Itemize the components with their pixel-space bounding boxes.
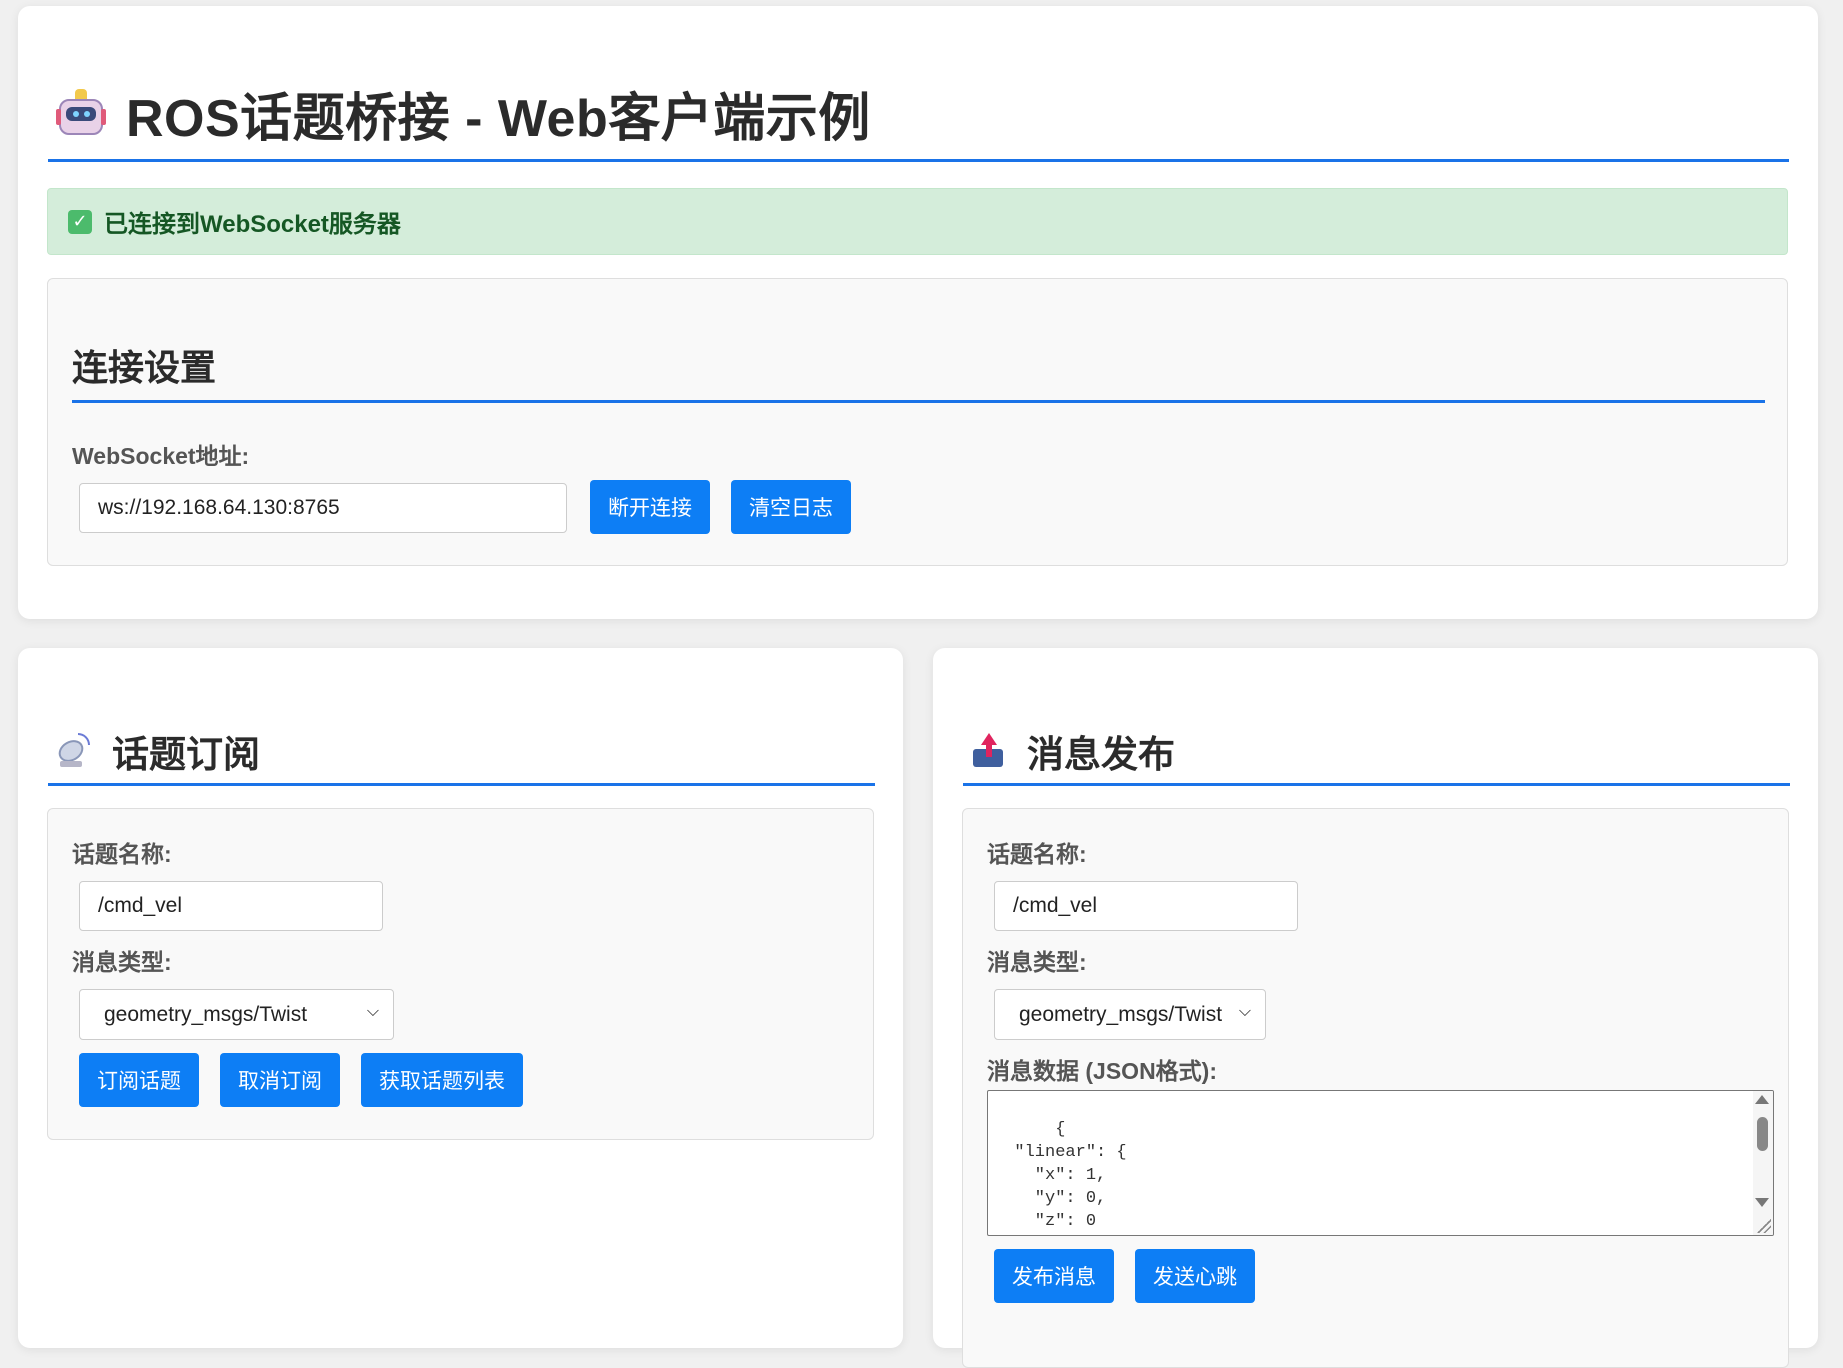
sub-type-label: 消息类型: xyxy=(72,949,172,975)
pub-type-value: geometry_msgs/Twist xyxy=(1019,1002,1223,1026)
scroll-down-icon[interactable] xyxy=(1755,1198,1769,1207)
connection-status-text: 已连接到WebSocket服务器 xyxy=(104,211,401,238)
subscribe-panel: 话题名称: /cmd_vel 消息类型: geometry_msgs/Twist… xyxy=(47,808,874,1140)
subscribe-title: 话题订阅 xyxy=(112,733,260,775)
get-topic-list-button[interactable]: 获取话题列表 xyxy=(361,1053,523,1107)
outbox-tray-icon xyxy=(971,732,1007,769)
sub-topic-label: 话题名称: xyxy=(72,841,172,867)
disconnect-button[interactable]: 断开连接 xyxy=(590,480,710,534)
chevron-down-icon: ⌵ xyxy=(366,1002,379,1020)
pub-topic-label: 话题名称: xyxy=(987,841,1087,867)
unsubscribe-button[interactable]: 取消订阅 xyxy=(220,1053,340,1107)
resize-grip-icon[interactable] xyxy=(1757,1219,1771,1233)
satellite-dish-icon xyxy=(54,732,92,769)
textarea-scrollbar[interactable] xyxy=(1753,1091,1773,1235)
connection-settings-panel: 连接设置 WebSocket地址: ws://192.168.64.130:87… xyxy=(47,278,1788,566)
pub-data-label: 消息数据 (JSON格式): xyxy=(987,1058,1217,1084)
pub-topic-input[interactable]: /cmd_vel xyxy=(994,881,1298,931)
page-header: ROS话题桥接 - Web客户端示例 xyxy=(48,68,1789,162)
subscribe-button[interactable]: 订阅话题 xyxy=(79,1053,199,1107)
websocket-url-label: WebSocket地址: xyxy=(72,443,250,469)
subscribe-header: 话题订阅 xyxy=(48,718,875,786)
pub-type-label: 消息类型: xyxy=(987,949,1087,975)
scroll-thumb[interactable] xyxy=(1757,1117,1768,1151)
subscribe-card: 话题订阅 话题名称: /cmd_vel 消息类型: geometry_msgs/… xyxy=(18,648,903,1348)
clear-log-button[interactable]: 清空日志 xyxy=(731,480,851,534)
pub-data-textarea[interactable]: { "linear": { "x": 1, "y": 0, "z": 0 }, xyxy=(987,1090,1774,1236)
robot-icon xyxy=(56,88,106,139)
publish-panel: 话题名称: /cmd_vel 消息类型: geometry_msgs/Twist… xyxy=(962,808,1789,1368)
publish-title: 消息发布 xyxy=(1027,733,1175,775)
page-title: ROS话题桥接 - Web客户端示例 xyxy=(126,90,871,148)
connection-settings-title: 连接设置 xyxy=(72,339,1765,403)
header-card: ROS话题桥接 - Web客户端示例 ✓ 已连接到WebSocket服务器 连接… xyxy=(18,6,1818,619)
publish-card: 消息发布 话题名称: /cmd_vel 消息类型: geometry_msgs/… xyxy=(933,648,1818,1368)
publish-button[interactable]: 发布消息 xyxy=(994,1249,1114,1303)
send-heartbeat-button[interactable]: 发送心跳 xyxy=(1135,1249,1255,1303)
sub-topic-input[interactable]: /cmd_vel xyxy=(79,881,383,931)
publish-header: 消息发布 xyxy=(963,718,1790,786)
check-icon: ✓ xyxy=(68,209,92,234)
chevron-down-icon: ⌵ xyxy=(1238,1002,1251,1020)
scroll-up-icon[interactable] xyxy=(1755,1095,1769,1104)
pub-type-select[interactable]: geometry_msgs/Twist ⌵ xyxy=(994,989,1266,1040)
pub-data-content: { "linear": { "x": 1, "y": 0, "z": 0 }, xyxy=(1014,1120,1127,1231)
sub-type-value: geometry_msgs/Twist xyxy=(104,1002,308,1026)
websocket-url-input[interactable]: ws://192.168.64.130:8765 xyxy=(79,483,567,533)
connection-status-banner: ✓ 已连接到WebSocket服务器 xyxy=(47,188,1788,255)
sub-type-select[interactable]: geometry_msgs/Twist ⌵ xyxy=(79,989,394,1040)
